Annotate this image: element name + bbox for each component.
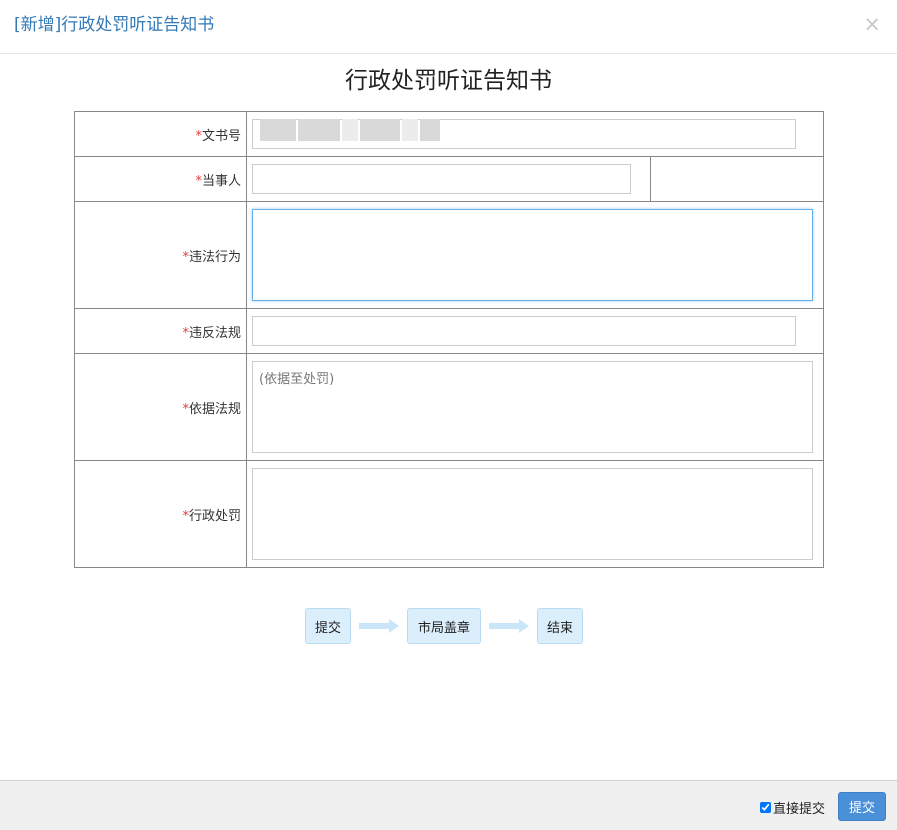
penalty-textarea[interactable] — [252, 468, 813, 560]
field-label: *违反法规 — [74, 308, 247, 354]
direct-submit-checkbox[interactable] — [760, 802, 771, 813]
form-row-violation: *违法行为 — [74, 201, 824, 309]
field-label: *当事人 — [74, 156, 247, 202]
party-input[interactable] — [252, 164, 631, 194]
dialog-header: [新增]行政处罚听证告知书 × — [0, 0, 897, 54]
violated-regulation-input[interactable] — [252, 316, 796, 346]
violation-textarea[interactable] — [252, 209, 813, 301]
form-row-basis-regulation: *依据法规 — [74, 353, 824, 461]
workflow-step-submit: 提交 — [305, 608, 351, 644]
basis-regulation-textarea[interactable] — [252, 361, 813, 453]
form-row-party: *当事人 — [74, 156, 824, 202]
field-label: *依据法规 — [74, 353, 247, 461]
arrow-right-icon — [485, 608, 533, 644]
dialog-footer: 直接提交 提交 — [0, 780, 897, 830]
field-label: *文书号 — [74, 111, 247, 157]
submit-button[interactable]: 提交 — [838, 792, 886, 821]
field-label: *行政处罚 — [74, 460, 247, 568]
close-icon[interactable]: × — [863, 12, 881, 36]
direct-submit-label: 直接提交 — [773, 802, 826, 817]
form-row-penalty: *行政处罚 — [74, 460, 824, 568]
redacted-value — [260, 119, 460, 141]
dialog-title: [新增]行政处罚听证告知书 — [14, 15, 215, 35]
form-table: *文书号 *当事人 *违法行为 *违反法规 *依据法规 *行政处罚 — [74, 111, 824, 568]
workflow-step-end: 结束 — [537, 608, 583, 644]
direct-submit-option[interactable]: 直接提交 — [760, 798, 825, 817]
arrow-right-icon — [355, 608, 403, 644]
empty-cell — [650, 156, 824, 202]
form-row-violated-regulation: *违反法规 — [74, 308, 824, 354]
workflow: 提交 市局盖章 结束 — [305, 608, 583, 644]
workflow-step-seal: 市局盖章 — [407, 608, 481, 644]
document-title: 行政处罚听证告知书 — [345, 68, 552, 94]
field-label: *违法行为 — [74, 201, 247, 309]
